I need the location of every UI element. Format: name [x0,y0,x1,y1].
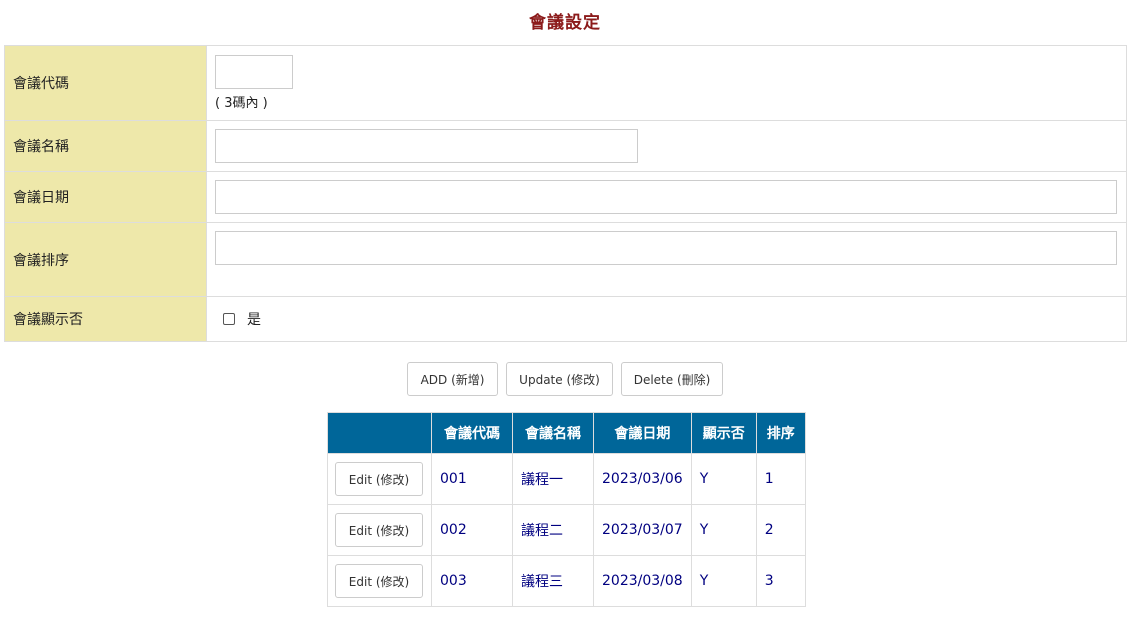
display-checkbox[interactable] [223,313,235,325]
order-field-cell [206,222,1127,297]
table-row: Edit (修改) 003 議程三 2023/03/08 Y 3 [327,555,806,607]
table-row: Edit (修改) 001 議程一 2023/03/06 Y 1 [327,453,806,505]
cell-code: 002 [431,504,513,556]
table-row: Edit (修改) 002 議程二 2023/03/07 Y 2 [327,504,806,556]
cell-code: 001 [431,453,513,505]
grid-header-action [327,412,432,454]
cell-name: 議程一 [512,453,594,505]
action-buttons: ADD (新增) Update (修改) Delete (刪除) [0,362,1130,396]
code-input[interactable] [215,55,293,89]
page-title: 會議設定 [529,13,601,33]
add-button[interactable]: ADD (新增) [407,362,498,396]
form-row-date: 會議日期 [4,171,1127,223]
cell-date: 2023/03/07 [593,504,692,556]
order-label: 會議排序 [4,222,207,297]
grid-header-date: 會議日期 [593,412,692,454]
order-input[interactable] [215,231,1117,265]
date-field-cell [206,171,1127,223]
edit-cell: Edit (修改) [327,504,432,556]
grid-header-row: 會議代碼 會議名稱 會議日期 顯示否 排序 [327,412,806,454]
code-label: 會議代碼 [4,45,207,121]
cell-display: Y [690,453,757,505]
grid-header-display: 顯示否 [690,412,757,454]
date-label: 會議日期 [4,171,207,223]
name-input[interactable] [215,129,638,163]
name-field-cell [206,120,1127,172]
form-row-display: 會議顯示否 是 [4,296,1127,342]
edit-cell: Edit (修改) [327,453,432,505]
cell-date: 2023/03/06 [593,453,692,505]
cell-order: 2 [755,504,806,556]
cell-display: Y [690,504,757,556]
cell-name: 議程三 [512,555,594,607]
delete-button[interactable]: Delete (刪除) [621,362,723,396]
cell-order: 3 [755,555,806,607]
cell-order: 1 [755,453,806,505]
cell-code: 003 [431,555,513,607]
edit-button[interactable]: Edit (修改) [335,564,423,598]
display-checkbox-label[interactable]: 是 [247,309,261,329]
cell-display: Y [690,555,757,607]
edit-cell: Edit (修改) [327,555,432,607]
grid-header-order: 排序 [755,412,806,454]
date-input[interactable] [215,180,1117,214]
cell-name: 議程二 [512,504,594,556]
grid-header-name: 會議名稱 [512,412,594,454]
code-field-cell: ( 3碼內 ) [206,45,1127,121]
display-label: 會議顯示否 [4,296,207,342]
update-button[interactable]: Update (修改) [506,362,613,396]
meeting-grid: 會議代碼 會議名稱 會議日期 顯示否 排序 Edit (修改) 001 議程一 … [327,412,806,607]
form-row-order: 會議排序 [4,222,1127,297]
code-hint: ( 3碼內 ) [215,96,268,111]
edit-button[interactable]: Edit (修改) [335,462,423,496]
cell-date: 2023/03/08 [593,555,692,607]
edit-button[interactable]: Edit (修改) [335,513,423,547]
form-row-name: 會議名稱 [4,120,1127,172]
grid-header-code: 會議代碼 [431,412,513,454]
display-field-cell: 是 [206,296,1127,342]
name-label: 會議名稱 [4,120,207,172]
form-row-code: 會議代碼 ( 3碼內 ) [4,45,1127,121]
meeting-form: 會議代碼 ( 3碼內 ) 會議名稱 會議日期 會議排序 會議顯示否 是 [4,45,1127,342]
